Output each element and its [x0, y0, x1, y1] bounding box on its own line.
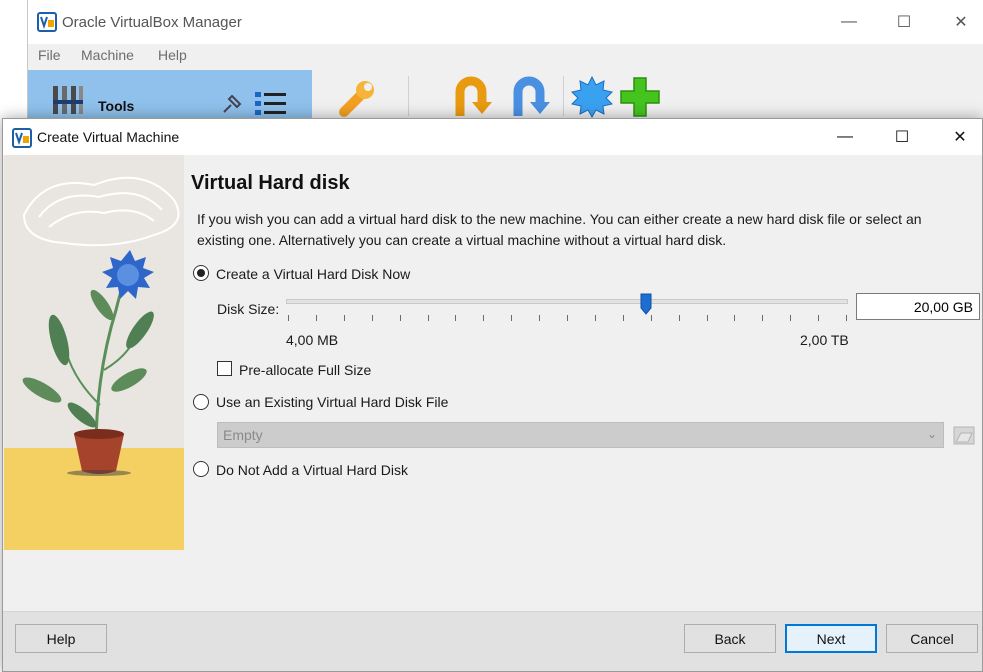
dialog-close-button[interactable]: ✕	[937, 119, 983, 155]
cancel-button[interactable]: Cancel	[886, 624, 978, 653]
disk-size-slider-handle[interactable]	[640, 293, 652, 315]
page-heading: Virtual Hard disk	[191, 172, 350, 194]
slider-tick	[790, 315, 791, 321]
choose-disk-folder-icon[interactable]	[953, 424, 975, 446]
tools-icon	[53, 86, 83, 114]
slider-tick	[344, 315, 345, 321]
disk-size-slider-track[interactable]	[286, 299, 848, 304]
wizard-illustration	[4, 155, 184, 550]
back-button[interactable]: Back	[684, 624, 776, 653]
use-existing-disk-radio[interactable]	[193, 394, 209, 410]
page-description: If you wish you can add a virtual hard d…	[197, 211, 922, 248]
show-arrow-icon[interactable]	[508, 76, 550, 118]
dialog-minimize-button[interactable]: —	[822, 119, 868, 155]
slider-tick	[734, 315, 735, 321]
close-icon: ✕	[954, 14, 968, 31]
slider-tick	[372, 315, 373, 321]
tools-item[interactable]: Tools	[28, 70, 312, 120]
add-plus-icon[interactable]	[619, 76, 661, 118]
disk-size-input[interactable]	[856, 293, 980, 320]
no-disk-label[interactable]: Do Not Add a Virtual Hard Disk	[216, 462, 408, 478]
existing-disk-select[interactable]: Empty ⌄	[217, 422, 944, 448]
slider-tick	[818, 315, 819, 321]
manager-close-button[interactable]: ✕	[938, 0, 983, 44]
slider-tick	[316, 315, 317, 321]
minimize-icon: —	[837, 128, 853, 145]
toolbar-separator	[563, 76, 564, 116]
manager-toolbar	[312, 70, 983, 120]
preallocate-label[interactable]: Pre-allocate Full Size	[239, 362, 371, 378]
slider-tick	[455, 315, 456, 321]
manager-title: Oracle VirtualBox Manager	[62, 14, 242, 31]
list-menu-icon[interactable]	[255, 90, 287, 118]
slider-tick	[483, 315, 484, 321]
slider-tick	[288, 315, 289, 321]
manager-menu-bar: File Machine Help	[28, 44, 983, 70]
next-button[interactable]: Next	[785, 624, 877, 653]
dialog-title-bar: Create Virtual Machine — ☐ ✕	[3, 119, 982, 155]
manager-maximize-button[interactable]: ☐	[881, 0, 927, 44]
menu-help[interactable]: Help	[158, 47, 187, 63]
slider-tick	[623, 315, 624, 321]
discard-arrow-icon[interactable]	[450, 76, 492, 118]
slider-tick	[428, 315, 429, 321]
create-disk-now-label[interactable]: Create a Virtual Hard Disk Now	[216, 266, 410, 282]
settings-wrench-icon[interactable]	[336, 78, 378, 118]
slider-tick	[400, 315, 401, 321]
use-existing-disk-label[interactable]: Use an Existing Virtual Hard Disk File	[216, 394, 448, 410]
dialog-maximize-button[interactable]: ☐	[879, 119, 925, 155]
slider-tick	[539, 315, 540, 321]
menu-file[interactable]: File	[38, 47, 61, 63]
slider-tick	[707, 315, 708, 321]
existing-disk-select-value: Empty	[223, 427, 263, 443]
slider-tick	[846, 315, 847, 321]
close-icon: ✕	[953, 129, 967, 146]
virtualbox-logo-icon	[12, 128, 32, 148]
new-star-icon[interactable]	[571, 76, 613, 118]
preallocate-checkbox[interactable]	[217, 361, 232, 376]
slider-tick	[567, 315, 568, 321]
maximize-icon: ☐	[894, 129, 910, 146]
manager-title-bar: Oracle VirtualBox Manager — ☐ ✕	[28, 0, 983, 44]
tools-label: Tools	[98, 98, 135, 114]
manager-minimize-button[interactable]: —	[826, 0, 872, 44]
slider-tick	[762, 315, 763, 321]
virtualbox-logo-icon	[37, 12, 57, 32]
slider-tick	[595, 315, 596, 321]
minimize-icon: —	[841, 13, 857, 30]
slider-tick	[679, 315, 680, 321]
disk-size-min-label: 4,00 MB	[286, 332, 339, 348]
create-vm-dialog: Create Virtual Machine — ☐ ✕ Virtual Har…	[2, 118, 983, 672]
slider-tick	[651, 315, 652, 321]
chevron-down-icon: ⌄	[926, 427, 937, 441]
menu-machine[interactable]: Machine	[81, 47, 134, 63]
help-button[interactable]: Help	[15, 624, 107, 653]
toolbar-separator	[408, 76, 409, 116]
dialog-title: Create Virtual Machine	[37, 129, 180, 145]
create-disk-now-radio[interactable]	[193, 265, 209, 281]
slider-tick	[511, 315, 512, 321]
dialog-footer: Help Back Next Cancel	[3, 611, 982, 671]
disk-size-label: Disk Size:	[217, 301, 280, 317]
pin-icon[interactable]	[220, 90, 246, 116]
maximize-icon: ☐	[896, 14, 912, 31]
no-disk-radio[interactable]	[193, 461, 209, 477]
disk-size-max-label: 2,00 TB	[800, 332, 849, 348]
